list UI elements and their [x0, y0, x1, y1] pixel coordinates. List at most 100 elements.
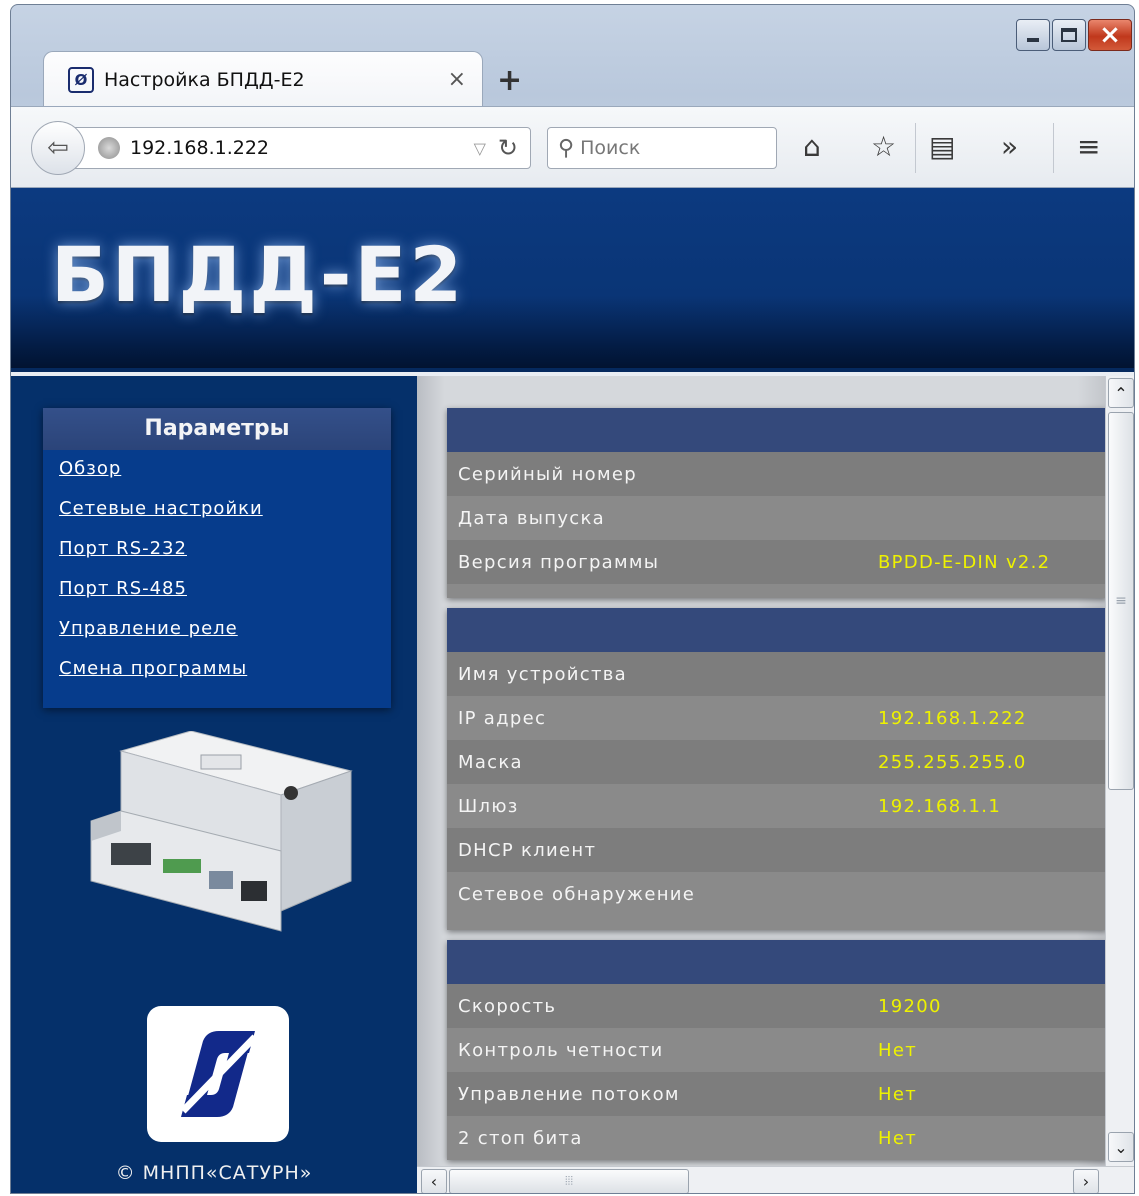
sidebar-item-rs485: Порт RS-485 [59, 578, 391, 618]
navigation-bar: 192.168.1.222 ▽ ↻ ⇦ ⚲ Поиск ⌂ ☆ ▤ » ≡ [11, 106, 1134, 188]
browser-window: × Ø Настройка БПДД-E2 × + 192.168.1.222 … [10, 4, 1135, 1194]
panel-rows: Скорость 19200 Контроль четности Нет Управ… [447, 984, 1105, 1160]
sidebar-link[interactable]: Сетевые настройки [59, 498, 263, 519]
row-label: Управление потоком [458, 1083, 680, 1105]
table-row: Версия программы BPDD-E-DIN v2.2 [447, 540, 1105, 584]
row-label: DHCP клиент [458, 839, 597, 861]
row-label: Маска [458, 751, 523, 773]
saturn-logo [147, 1006, 289, 1142]
close-window-button[interactable]: × [1088, 19, 1132, 51]
tab-title: Настройка БПДД-E2 [104, 68, 305, 91]
globe-icon [98, 137, 120, 159]
sidebar-item-rs232: Порт RS-232 [59, 538, 391, 578]
table-row: Шлюз 192.168.1.1 [447, 784, 1105, 828]
row-label: IP адрес [458, 707, 547, 729]
toolbar-separator [915, 123, 916, 173]
bookmark-star-icon[interactable]: ☆ [871, 133, 896, 161]
sidebar-link[interactable]: Управление реле [59, 618, 238, 639]
back-button[interactable]: ⇦ [31, 121, 85, 175]
maximize-button[interactable] [1052, 19, 1086, 51]
row-value: BPDD-E-DIN v2.2 [878, 551, 1051, 573]
row-value: 192.168.1.1 [878, 795, 1002, 817]
overflow-chevron-icon[interactable]: » [1001, 133, 1018, 161]
tab-close-icon[interactable]: × [448, 67, 466, 92]
menu-icon[interactable]: ≡ [1077, 133, 1100, 161]
sidebar: Параметры Обзор Сетевые настройки Порт R… [11, 376, 417, 1193]
history-dropdown-icon[interactable]: ▽ [474, 139, 486, 158]
row-label: Контроль четности [458, 1039, 664, 1061]
reload-icon[interactable]: ↻ [498, 134, 518, 162]
table-row: DHCP клиент [447, 828, 1105, 872]
table-row: Маска 255.255.255.0 [447, 740, 1105, 784]
panel-header [447, 940, 1105, 984]
bookmarks-list-icon[interactable]: ▤ [929, 133, 955, 161]
address-bar[interactable]: 192.168.1.222 ▽ ↻ [67, 127, 531, 169]
horizontal-scrollbar[interactable]: ‹ ⦙⦙⦙ › [417, 1166, 1134, 1193]
row-label: Имя устройства [458, 663, 627, 685]
maximize-icon [1061, 28, 1077, 42]
network-panel: Имя устройства IP адрес 192.168.1.222 Мас… [447, 608, 1105, 930]
row-value: 19200 [878, 995, 942, 1017]
row-value: Нет [878, 1083, 917, 1105]
sidebar-link[interactable]: Обзор [59, 458, 121, 479]
page-viewport: БПДД-Е2 Параметры Обзор Сетевые настройк… [11, 188, 1134, 1193]
main-content: Серийный номер Дата выпуска Версия прогр… [417, 376, 1105, 1166]
parameters-menu: Параметры Обзор Сетевые настройки Порт R… [43, 408, 391, 708]
parameters-heading: Параметры [43, 408, 391, 450]
chevron-right-icon: › [1082, 1172, 1090, 1191]
site-title: БПДД-Е2 [51, 230, 466, 319]
chevron-left-icon: ‹ [430, 1172, 438, 1191]
parameters-links: Обзор Сетевые настройки Порт RS-232 Порт… [43, 450, 391, 698]
table-row: Серийный номер [447, 452, 1105, 496]
row-value: Нет [878, 1039, 917, 1061]
device-info-panel: Серийный номер Дата выпуска Версия прогр… [447, 408, 1105, 598]
saturn-logo-icon [180, 1031, 258, 1117]
sidebar-item-firmware: Смена программы [59, 658, 391, 698]
sidebar-item-relay: Управление реле [59, 618, 391, 658]
row-value: 192.168.1.222 [878, 707, 1027, 729]
sidebar-link[interactable]: Порт RS-485 [59, 578, 187, 599]
row-label: Шлюз [458, 795, 519, 817]
grip-icon: ⦙⦙⦙ [564, 1174, 574, 1188]
horizontal-scroll-thumb[interactable]: ⦙⦙⦙ [449, 1169, 689, 1193]
row-label: Серийный номер [458, 463, 637, 485]
minimize-button[interactable] [1016, 19, 1050, 51]
row-value: Нет [878, 1127, 917, 1149]
site-header: БПДД-Е2 [11, 188, 1134, 368]
panel-footer [447, 916, 1105, 930]
sidebar-link[interactable]: Смена программы [59, 658, 247, 679]
sidebar-item-overview: Обзор [59, 458, 391, 498]
toolbar-separator [1053, 123, 1054, 173]
scroll-left-button[interactable]: ‹ [421, 1169, 447, 1193]
search-icon: ⚲ [558, 135, 575, 161]
table-row: Имя устройства [447, 652, 1105, 696]
row-label: Сетевое обнаружение [458, 883, 696, 905]
sidebar-item-network: Сетевые настройки [59, 498, 391, 538]
device-image [90, 731, 353, 932]
scroll-up-button[interactable]: ⌃ [1108, 378, 1134, 408]
close-icon: × [1099, 20, 1121, 50]
vertical-scroll-thumb[interactable]: ≡ [1108, 412, 1134, 790]
scroll-down-button[interactable]: ⌄ [1108, 1132, 1134, 1162]
table-row: Сетевое обнаружение [447, 872, 1105, 916]
browser-tab[interactable]: Ø Настройка БПДД-E2 × [43, 51, 483, 107]
panel-rows: Серийный номер Дата выпуска Версия прогр… [447, 452, 1105, 584]
home-icon[interactable]: ⌂ [803, 133, 821, 161]
new-tab-button[interactable]: + [497, 63, 522, 98]
back-arrow-icon: ⇦ [47, 133, 69, 163]
row-label: 2 стоп бита [458, 1127, 583, 1149]
copyright-text: © МНПП«САТУРН» [115, 1162, 313, 1184]
panel-rows: Имя устройства IP адрес 192.168.1.222 Мас… [447, 652, 1105, 916]
vertical-scrollbar[interactable]: ⌃ ≡ ⌄ [1105, 376, 1134, 1166]
sidebar-link[interactable]: Порт RS-232 [59, 538, 187, 559]
scroll-right-button[interactable]: › [1073, 1169, 1099, 1193]
minimize-icon [1027, 38, 1039, 42]
chevron-down-icon: ⌄ [1114, 1137, 1128, 1157]
row-label: Дата выпуска [458, 507, 605, 529]
panel-header [447, 408, 1105, 452]
search-input[interactable]: ⚲ Поиск [547, 127, 777, 169]
search-placeholder: Поиск [580, 137, 641, 159]
row-value: 255.255.255.0 [878, 751, 1027, 773]
chevron-up-icon: ⌃ [1114, 383, 1128, 403]
url-text[interactable]: 192.168.1.222 [130, 137, 474, 159]
